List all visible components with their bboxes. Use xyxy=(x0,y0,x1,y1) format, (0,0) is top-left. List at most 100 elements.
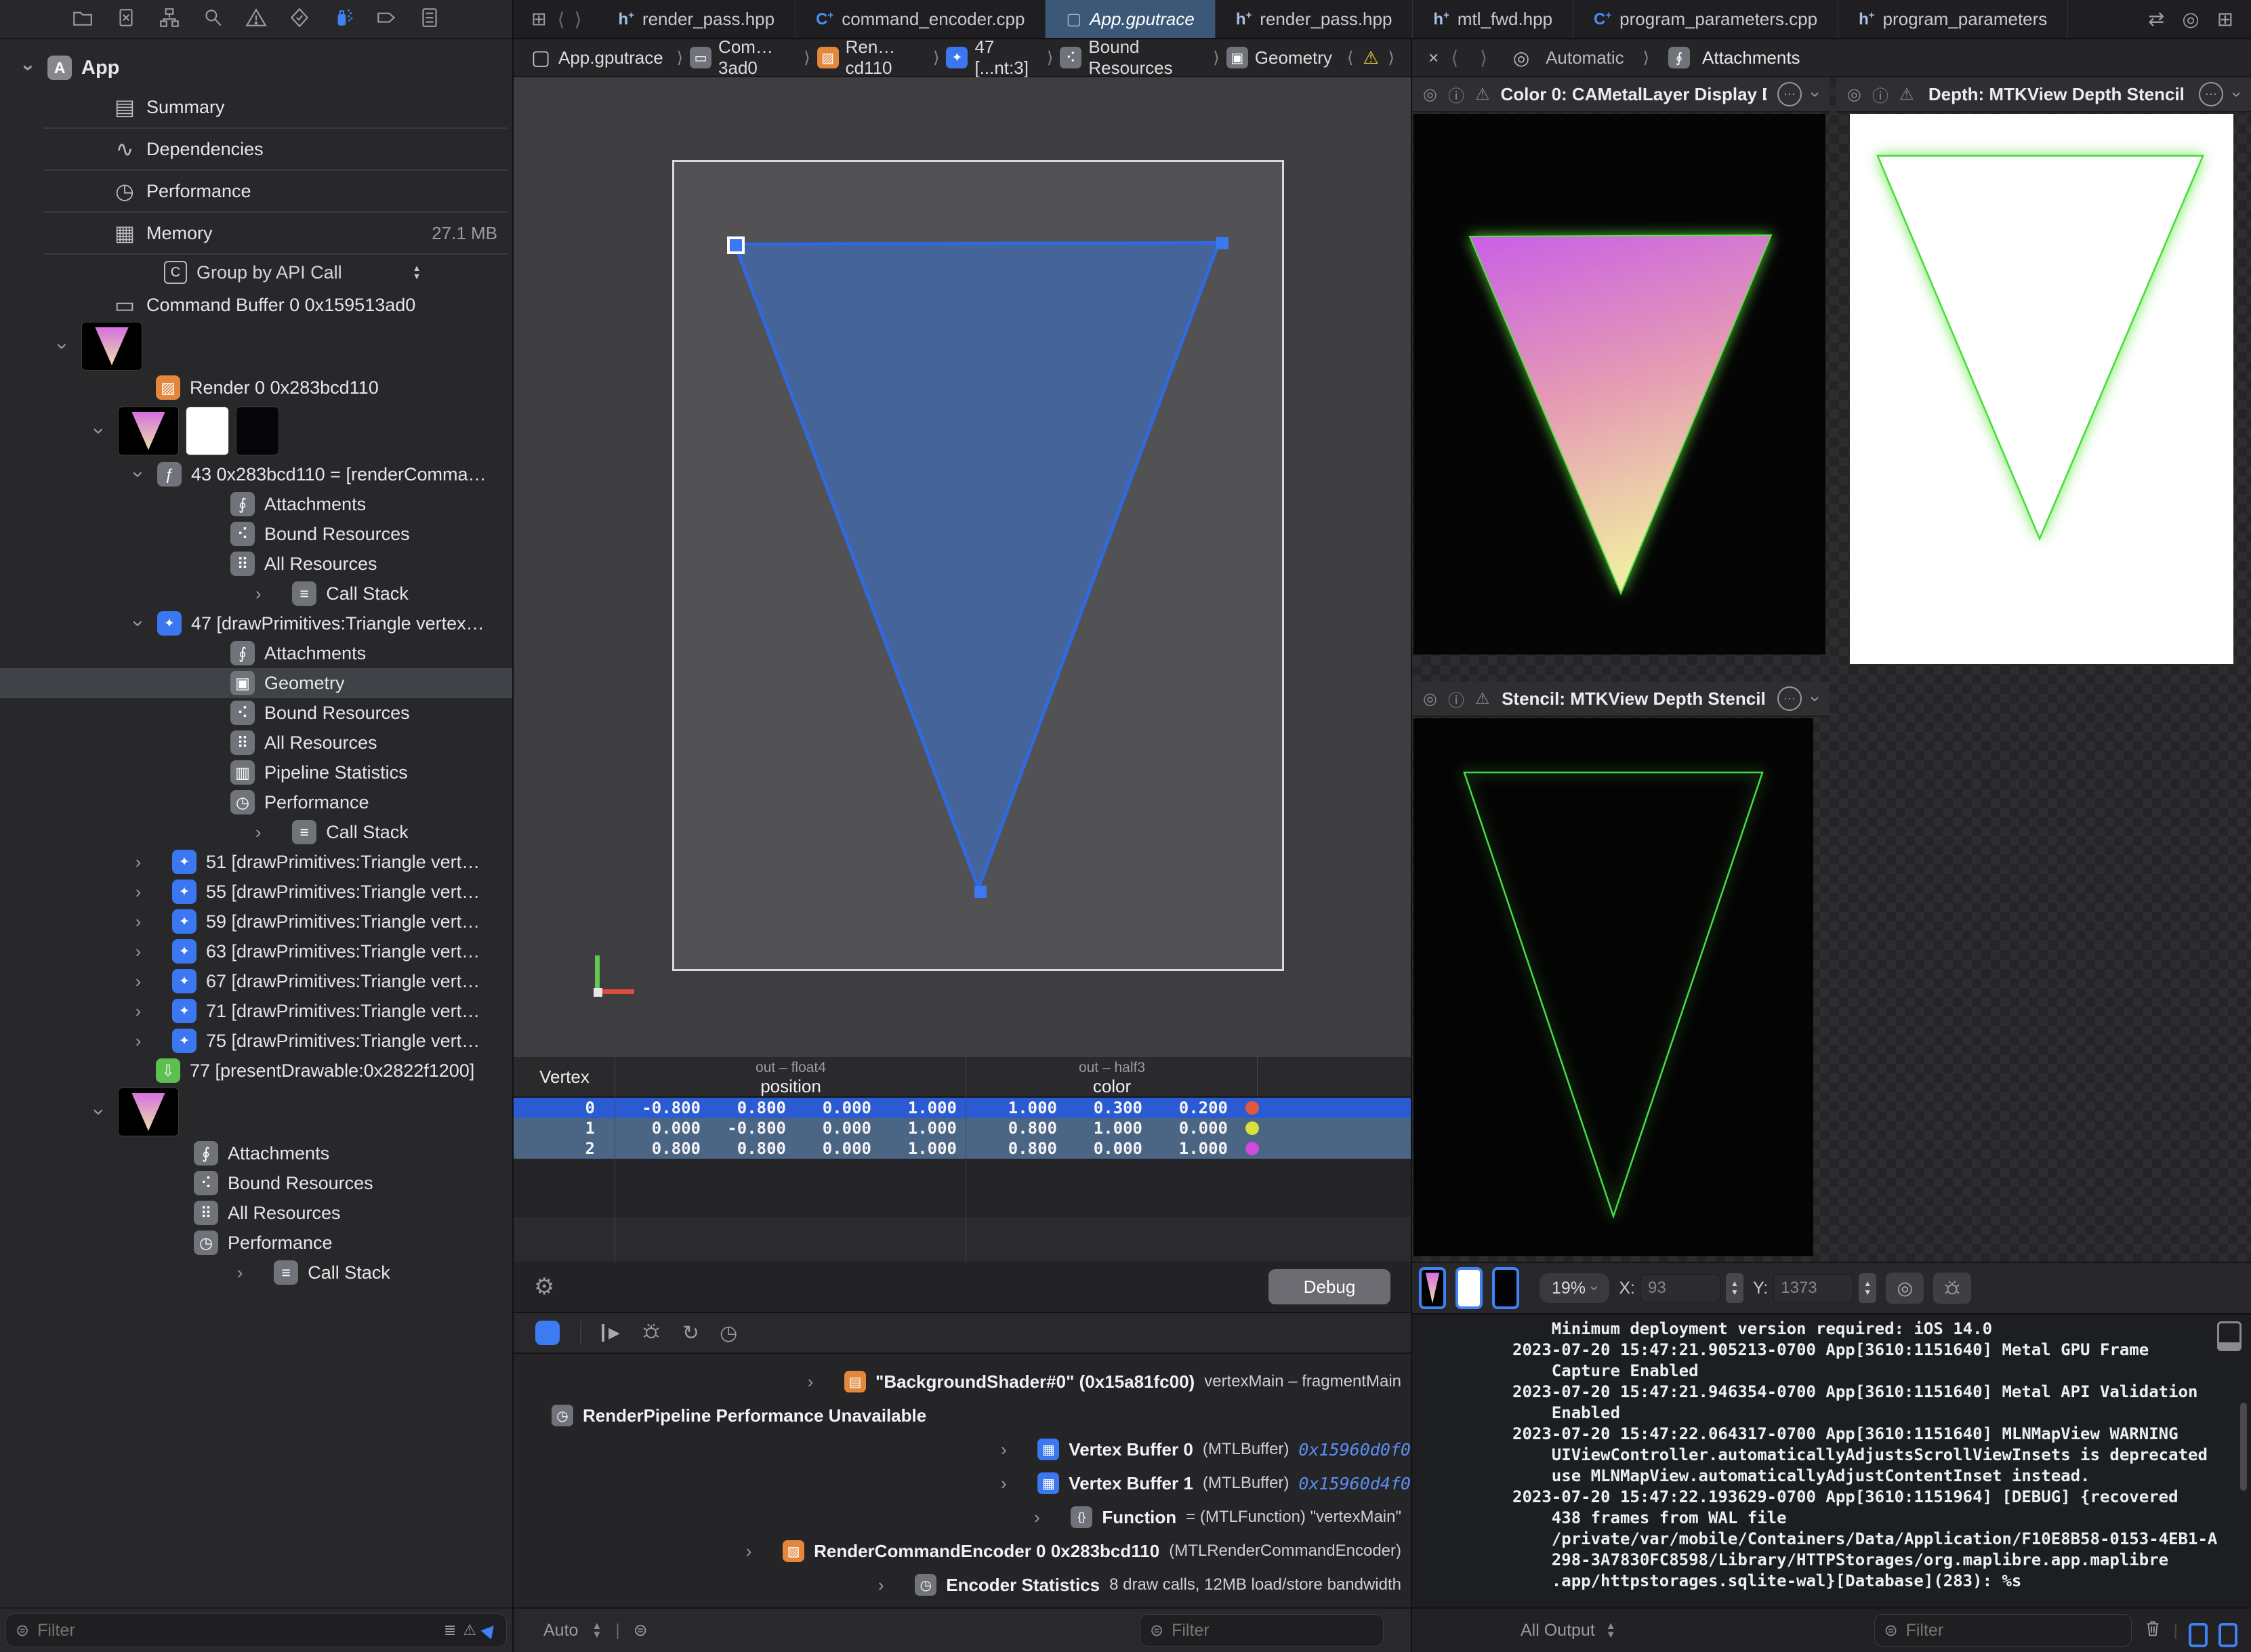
variable-row[interactable]: Vertex Buffer 0 (MTLBuffer) 0x15960d0f0 xyxy=(523,1432,1411,1466)
tree-row[interactable]: Performance xyxy=(0,1228,512,1258)
location-filter-icon[interactable] xyxy=(481,1622,499,1640)
vertex-handle-2[interactable] xyxy=(1216,237,1228,249)
tree-row[interactable]: Performance xyxy=(0,171,512,211)
prev-issue-icon[interactable]: ⟨ xyxy=(1347,48,1353,68)
tree-row[interactable]: 59 [drawPrimitives:Triangle vertexStart:… xyxy=(0,907,512,936)
console-panel-icon[interactable] xyxy=(2218,1623,2237,1647)
next-issue-icon[interactable]: ⟩ xyxy=(1388,48,1395,68)
depth-thumbnail[interactable] xyxy=(186,407,229,455)
warning-icon[interactable] xyxy=(245,6,268,33)
search-icon[interactable] xyxy=(201,6,224,33)
tree-row[interactable]: Call Stack xyxy=(0,817,512,847)
tree-row[interactable]: All Resources xyxy=(0,1198,512,1228)
editor-tab[interactable]: command_encoder.cpp xyxy=(796,0,1046,38)
tree-row[interactable]: Render 0 0x283bcd110 xyxy=(0,373,512,402)
tree-row[interactable]: 43 0x283bcd110 = [renderCommandEncoderW… xyxy=(0,459,512,489)
disclosure-chevron-icon[interactable] xyxy=(89,1100,108,1123)
more-options-icon[interactable]: ⋯ xyxy=(1777,686,1802,711)
info-icon[interactable]: ⓘ xyxy=(1448,83,1464,106)
tree-row[interactable]: 51 [drawPrimitives:Triangle vertexStart:… xyxy=(0,847,512,877)
swap-icon[interactable]: ⇄ xyxy=(2148,7,2164,31)
test-diamond-icon[interactable] xyxy=(288,6,311,33)
bug-icon[interactable] xyxy=(640,1321,662,1346)
chevron-down-icon[interactable]: › xyxy=(1805,91,1826,98)
drawable-thumbnail[interactable] xyxy=(118,407,179,455)
variable-row[interactable]: Frame Statistics 8 draw calls, 0B load/s… xyxy=(523,1602,1411,1607)
disclosure-chevron-icon[interactable] xyxy=(1027,1507,1046,1528)
gear-icon[interactable]: ⚙ xyxy=(534,1273,554,1300)
continue-icon[interactable]: ▶ xyxy=(602,1324,620,1342)
overlap-circles-icon[interactable]: ◎ xyxy=(2182,7,2199,31)
color-column-header[interactable]: out – half3 color xyxy=(966,1060,1258,1097)
vertex-column-header[interactable]: Vertex xyxy=(514,1057,615,1096)
tree-row[interactable]: 67 [drawPrimitives:Triangle vertexStart:… xyxy=(0,966,512,996)
trash-icon[interactable] xyxy=(2143,1618,2163,1643)
shader-debugger-button[interactable] xyxy=(1933,1273,1971,1304)
debug-button[interactable]: Debug xyxy=(1268,1269,1390,1304)
position-column-header[interactable]: out – float4 position xyxy=(615,1060,966,1097)
tree-row[interactable] xyxy=(0,402,512,459)
tree-row[interactable]: App xyxy=(0,49,512,87)
output-scope-selector[interactable]: All Output xyxy=(1521,1621,1595,1640)
disclosure-chevron-icon[interactable] xyxy=(994,1439,1013,1460)
variable-row[interactable]: Function = (MTLFunction) "vertexMain" xyxy=(523,1500,1411,1534)
disclosure-chevron-icon[interactable] xyxy=(739,1541,758,1562)
chevron-down-icon[interactable]: › xyxy=(2227,91,2248,98)
disclosure-chevron-icon[interactable] xyxy=(129,911,148,932)
disclosure-chevron-icon[interactable] xyxy=(129,1031,148,1052)
tree-row[interactable]: Command Buffer 0 0x159513ad0 xyxy=(0,290,512,320)
tree-row[interactable]: Performance xyxy=(0,787,512,817)
variable-row[interactable]: RenderCommandEncoder 0 0x283bcd110 (MTLR… xyxy=(523,1534,1411,1568)
disclosure-chevron-icon[interactable] xyxy=(129,852,148,873)
y-coordinate-field[interactable] xyxy=(1773,1274,1853,1302)
tree-row[interactable]: Summary xyxy=(0,87,512,127)
tree-row[interactable]: Attachments xyxy=(0,489,512,519)
console-filter-field[interactable]: ⊜ xyxy=(1874,1614,2132,1647)
breadcrumb-item[interactable]: Geometry ⟩ xyxy=(1226,47,1332,68)
disclosure-chevron-icon[interactable] xyxy=(801,1371,820,1392)
depth-attachment-image[interactable] xyxy=(1850,114,2233,664)
console-filter-input[interactable] xyxy=(1905,1620,2126,1641)
popup-stepper-icon[interactable] xyxy=(413,264,421,281)
log-list-icon[interactable] xyxy=(418,6,441,33)
compare-icon[interactable]: ◎ xyxy=(1423,85,1437,104)
variable-row[interactable]: Vertex Buffer 1 (MTLBuffer) 0x15960d4f0 xyxy=(523,1466,1411,1500)
breadcrumb-item[interactable]: Com…3ad0 ⟩ xyxy=(690,37,817,79)
flag-icon[interactable]: ⊜ xyxy=(634,1620,648,1640)
depth-thumbnail[interactable] xyxy=(1455,1267,1483,1309)
toggle-console-icon[interactable] xyxy=(2217,1321,2242,1351)
color-attachment-image[interactable] xyxy=(1413,114,1825,655)
tree-row[interactable]: Bound Resources xyxy=(0,698,512,728)
warning-icon[interactable]: ⚠ xyxy=(1475,85,1490,104)
target-picker-button[interactable]: ◎ xyxy=(1886,1273,1924,1304)
disclosure-chevron-icon[interactable] xyxy=(249,583,268,604)
geometry-canvas[interactable] xyxy=(672,160,1284,971)
disclosure-chevron-icon[interactable] xyxy=(129,612,148,635)
texture-thumbnails[interactable] xyxy=(81,322,142,371)
back-icon[interactable]: ⟨ xyxy=(558,8,565,30)
warning-icon[interactable]: ⚠ xyxy=(1475,689,1490,709)
y-stepper[interactable] xyxy=(1859,1273,1876,1303)
add-editor-icon[interactable]: ⊞ xyxy=(2217,7,2233,31)
scope-selector[interactable]: Auto xyxy=(543,1621,578,1640)
disclosure-chevron-icon[interactable] xyxy=(129,463,148,486)
disclosure-chevron-icon[interactable] xyxy=(129,1001,148,1022)
variables-panel-icon[interactable] xyxy=(2189,1623,2208,1647)
scope-stepper-icon[interactable] xyxy=(592,1622,602,1639)
hierarchy-icon[interactable] xyxy=(158,6,181,33)
x-stepper[interactable] xyxy=(1726,1273,1743,1303)
chevron-down-icon[interactable]: › xyxy=(1805,696,1826,702)
console-output[interactable]: Minimum deployment version required: iOS… xyxy=(1412,1313,2251,1607)
back-icon[interactable]: ⟨ xyxy=(1451,47,1458,69)
related-items-icon[interactable]: ⊞ xyxy=(531,9,547,30)
disclosure-chevron-icon[interactable] xyxy=(129,971,148,992)
compare-icon[interactable]: ◎ xyxy=(1423,689,1437,709)
tree-row[interactable]: Group by API Call xyxy=(0,255,512,290)
editor-tab[interactable]: render_pass.hpp xyxy=(1216,0,1413,38)
hide-debug-area-icon[interactable] xyxy=(535,1321,560,1345)
navigator-filter-input[interactable] xyxy=(36,1620,437,1641)
x-coordinate-field[interactable] xyxy=(1640,1274,1720,1302)
variable-row[interactable]: RenderPipeline Performance Unavailable xyxy=(523,1399,1411,1432)
scope-stepper-icon[interactable] xyxy=(1606,1622,1616,1639)
scrollbar[interactable] xyxy=(2240,1403,2247,1491)
